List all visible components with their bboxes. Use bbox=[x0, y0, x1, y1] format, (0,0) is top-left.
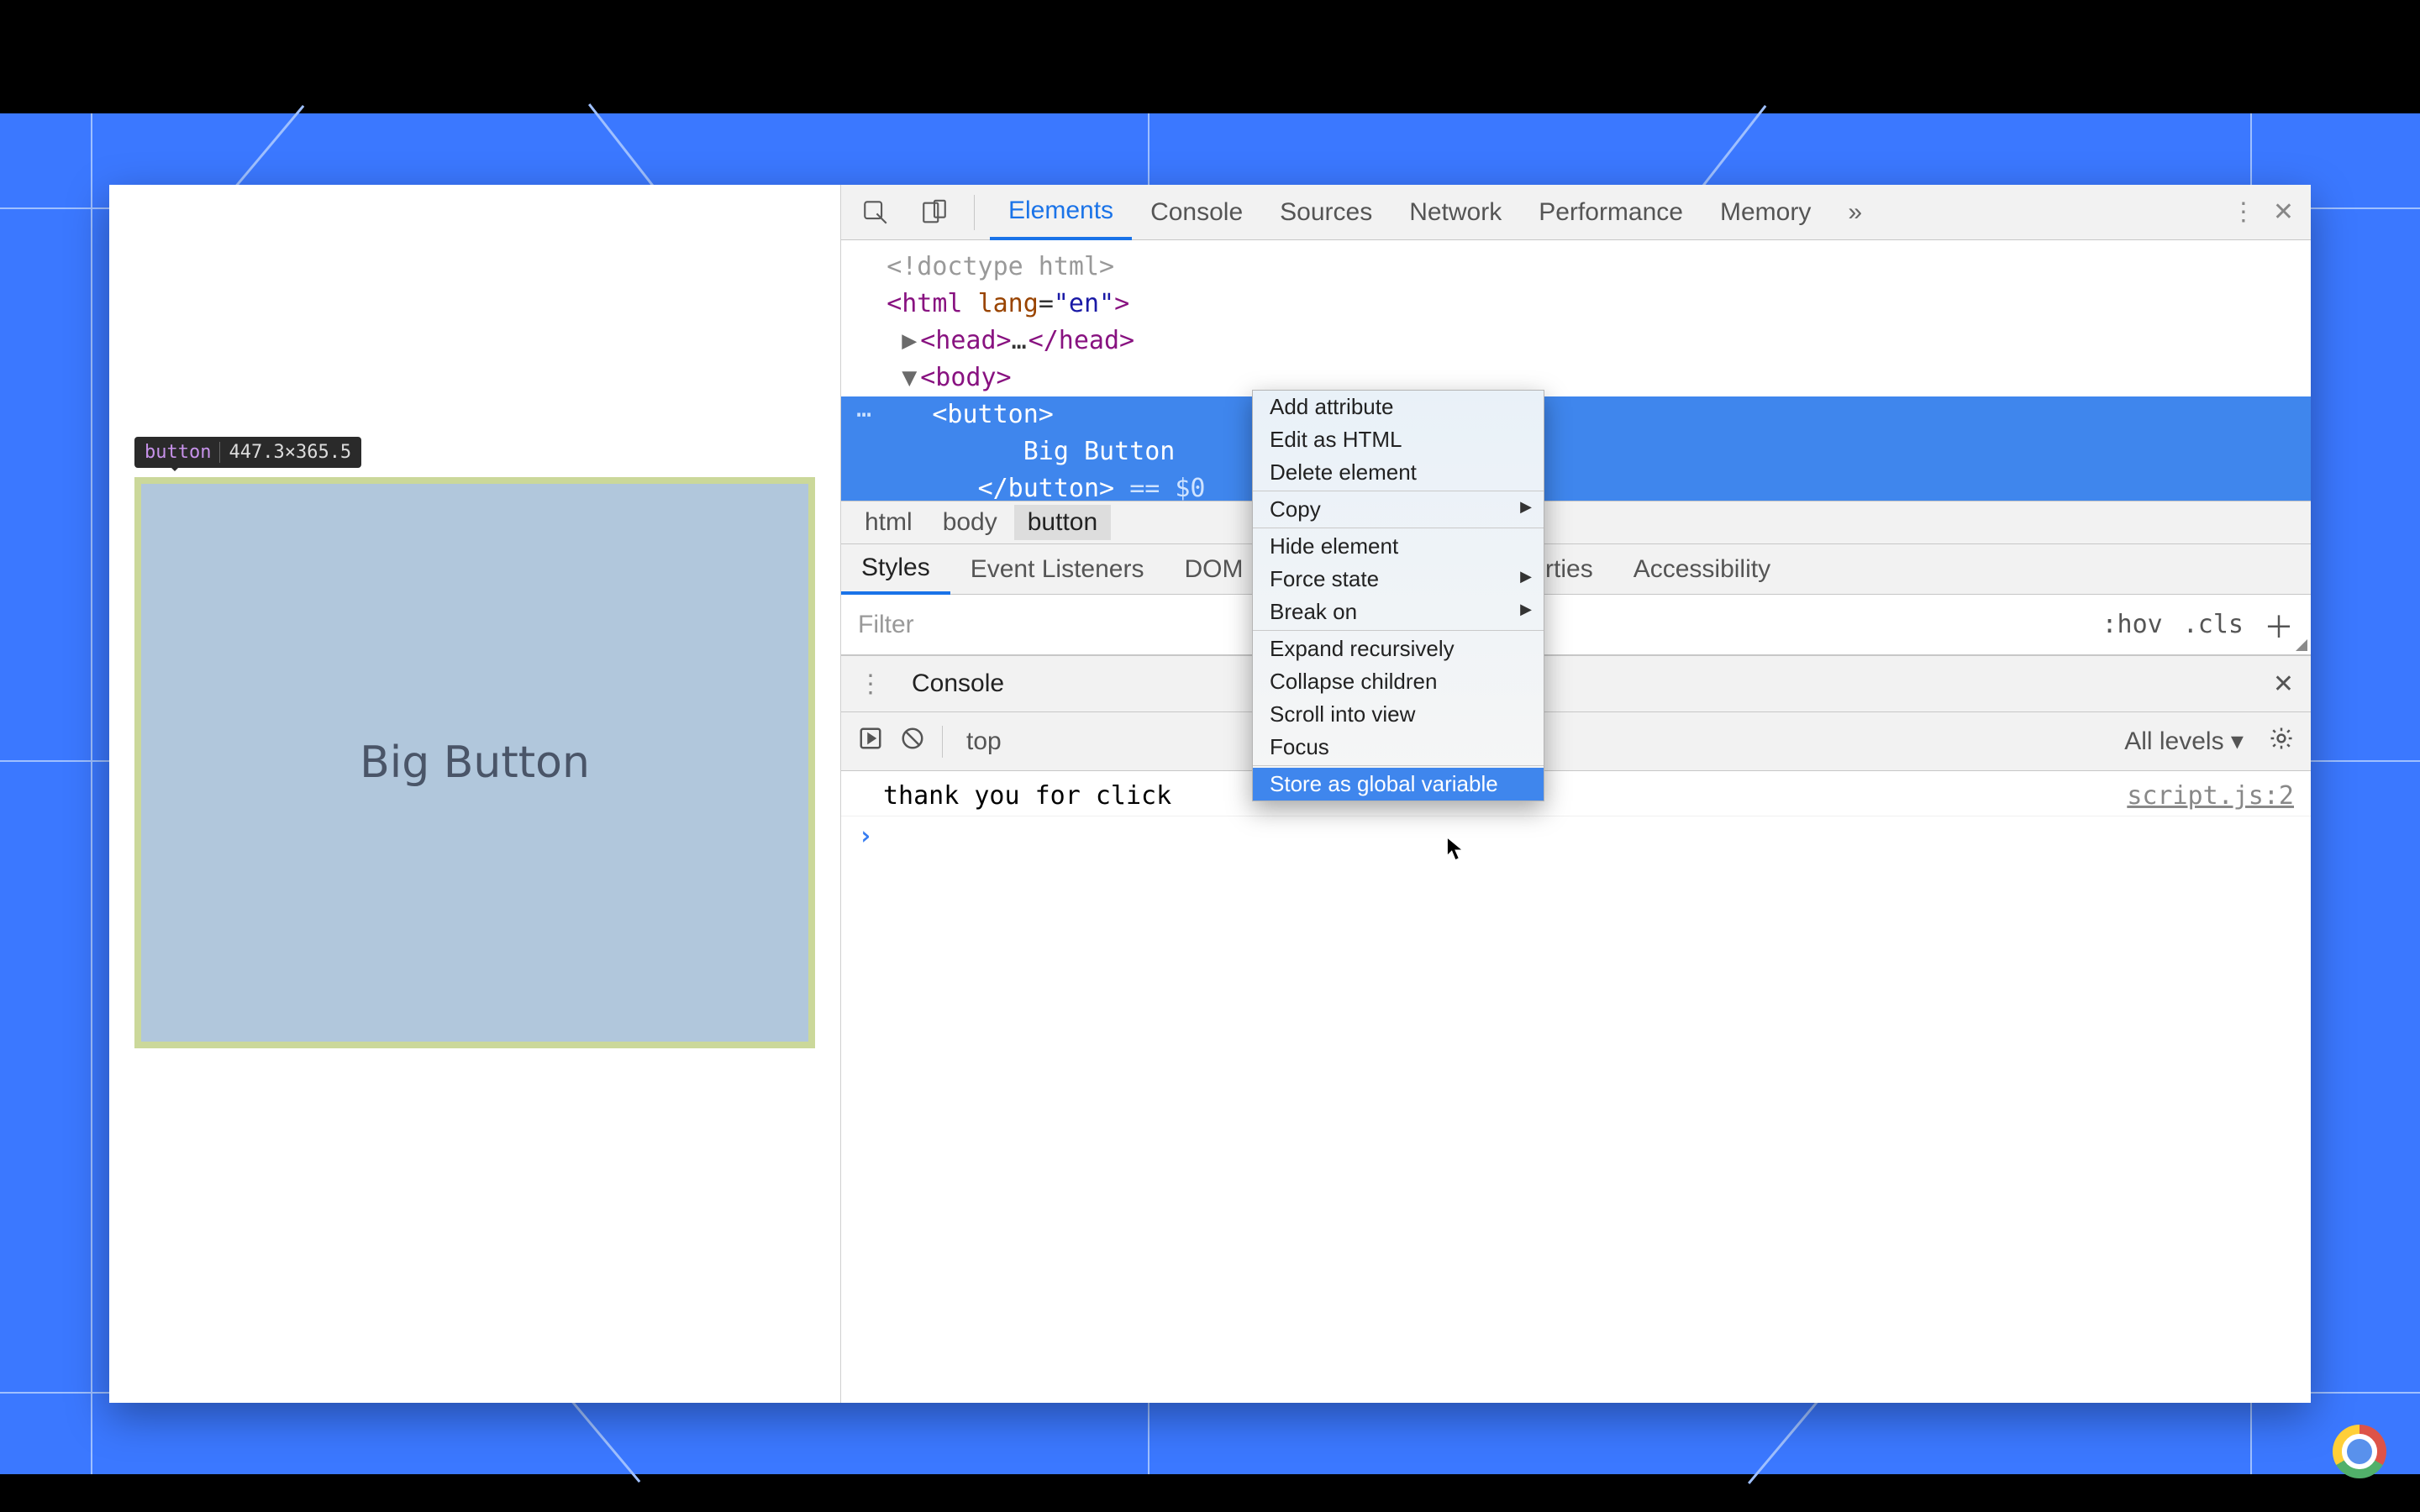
blueprint-bg: button 447.3×365.5 Big Button bbox=[0, 113, 2420, 1474]
drawer-header: ⋮ Console ✕ bbox=[841, 655, 2311, 712]
ctx-store-global[interactable]: Store as global variable bbox=[1253, 768, 1544, 801]
styles-filter-row: Filter :hov .cls ＋ bbox=[841, 595, 2311, 655]
console-context-select[interactable]: top bbox=[966, 727, 1002, 756]
ctx-break-on[interactable]: Break on bbox=[1253, 596, 1544, 628]
tab-elements[interactable]: Elements bbox=[990, 186, 1132, 240]
console-log-source[interactable]: script.js:2 bbox=[2127, 781, 2294, 811]
inspect-icon[interactable] bbox=[851, 192, 900, 233]
big-button-label: Big Button bbox=[360, 738, 590, 788]
dom-head[interactable]: ▶<head>…</head> bbox=[841, 323, 2311, 360]
devtools-menu-icon[interactable]: ⋮ bbox=[2231, 197, 2256, 227]
console-log-text: thank you for click bbox=[858, 781, 1171, 811]
drawer-menu-icon[interactable]: ⋮ bbox=[858, 669, 885, 699]
console-body: thank you for click script.js:2 › bbox=[841, 771, 2311, 1403]
context-menu: Add attribute Edit as HTML Delete elemen… bbox=[1252, 390, 1544, 801]
device-toggle-icon[interactable] bbox=[910, 192, 959, 233]
big-button[interactable]: Big Button bbox=[134, 477, 815, 1048]
console-settings-icon[interactable] bbox=[2269, 726, 2294, 758]
tab-network[interactable]: Network bbox=[1391, 185, 1520, 239]
subtab-styles[interactable]: Styles bbox=[841, 545, 950, 595]
devtools-panel: Elements Console Sources Network Perform… bbox=[840, 185, 2311, 1403]
dom-html[interactable]: <html lang="en"> bbox=[841, 286, 2311, 323]
console-log-row[interactable]: thank you for click script.js:2 bbox=[841, 776, 2311, 816]
breadcrumb: html body button bbox=[841, 501, 2311, 544]
subtab-dom-breakpoints[interactable]: DOM bbox=[1164, 544, 1263, 594]
console-play-icon[interactable] bbox=[858, 726, 883, 758]
subtab-accessibility[interactable]: Accessibility bbox=[1613, 544, 1791, 594]
page-viewport: button 447.3×365.5 Big Button bbox=[109, 185, 840, 1403]
breadcrumb-html[interactable]: html bbox=[851, 505, 926, 540]
ctx-delete-element[interactable]: Delete element bbox=[1253, 456, 1544, 489]
browser-window: button 447.3×365.5 Big Button bbox=[109, 185, 2311, 1403]
subtab-event-listeners[interactable]: Event Listeners bbox=[950, 544, 1165, 594]
dom-body-open[interactable]: ▼<body> bbox=[841, 360, 2311, 396]
cls-toggle[interactable]: .cls bbox=[2183, 610, 2244, 639]
ctx-copy[interactable]: Copy bbox=[1253, 493, 1544, 526]
devtools-top-tabs: Elements Console Sources Network Perform… bbox=[841, 185, 2311, 240]
ctx-scroll-into-view[interactable]: Scroll into view bbox=[1253, 698, 1544, 731]
ctx-add-attribute[interactable]: Add attribute bbox=[1253, 391, 1544, 423]
ctx-force-state[interactable]: Force state bbox=[1253, 563, 1544, 596]
drawer-close-icon[interactable]: ✕ bbox=[2273, 669, 2294, 699]
ctx-hide-element[interactable]: Hide element bbox=[1253, 530, 1544, 563]
breadcrumb-button[interactable]: button bbox=[1014, 505, 1111, 540]
tab-sources[interactable]: Sources bbox=[1261, 185, 1391, 239]
tabs-overflow-icon[interactable]: » bbox=[1829, 185, 1881, 239]
tooltip-tag: button bbox=[145, 442, 211, 463]
filter-input[interactable]: Filter bbox=[858, 611, 914, 639]
tab-performance[interactable]: Performance bbox=[1520, 185, 1702, 239]
console-levels-select[interactable]: All levels ▾ bbox=[2124, 727, 2244, 756]
ctx-expand-recursively[interactable]: Expand recursively bbox=[1253, 633, 1544, 665]
breadcrumb-body[interactable]: body bbox=[929, 505, 1011, 540]
tab-console[interactable]: Console bbox=[1132, 185, 1261, 239]
ctx-collapse-children[interactable]: Collapse children bbox=[1253, 665, 1544, 698]
hov-toggle[interactable]: :hov bbox=[2102, 610, 2162, 639]
tab-memory[interactable]: Memory bbox=[1702, 185, 1829, 239]
ctx-focus[interactable]: Focus bbox=[1253, 731, 1544, 764]
dom-button-close[interactable]: </button> == $0 bbox=[841, 470, 2311, 501]
devtools-close-icon[interactable]: ✕ bbox=[2273, 197, 2294, 227]
tooltip-dimensions: 447.3×365.5 bbox=[219, 442, 351, 463]
styles-subtabs: Styles Event Listeners DOM hidden spacer… bbox=[841, 544, 2311, 595]
resize-corner-icon[interactable] bbox=[2296, 639, 2307, 651]
drawer-tab-console[interactable]: Console bbox=[912, 669, 1004, 698]
inspect-tooltip: button 447.3×365.5 bbox=[134, 437, 361, 468]
console-controls: top All levels ▾ bbox=[841, 712, 2311, 771]
ctx-edit-html[interactable]: Edit as HTML bbox=[1253, 423, 1544, 456]
dom-doctype[interactable]: <!doctype html> bbox=[841, 249, 2311, 286]
dom-button-open[interactable]: ⋯ <button> bbox=[841, 396, 2311, 433]
dom-tree[interactable]: <!doctype html> <html lang="en"> ▶<head>… bbox=[841, 240, 2311, 501]
cursor-icon bbox=[1446, 837, 1465, 862]
video-frame-backdrop: button 447.3×365.5 Big Button bbox=[0, 0, 2420, 1512]
console-prompt[interactable]: › bbox=[841, 816, 2311, 856]
new-style-rule-icon[interactable]: ＋ bbox=[2264, 603, 2294, 647]
console-clear-icon[interactable] bbox=[900, 726, 925, 758]
chrome-logo-icon bbox=[2333, 1425, 2386, 1478]
dom-button-text[interactable]: Big Button bbox=[841, 433, 2311, 470]
